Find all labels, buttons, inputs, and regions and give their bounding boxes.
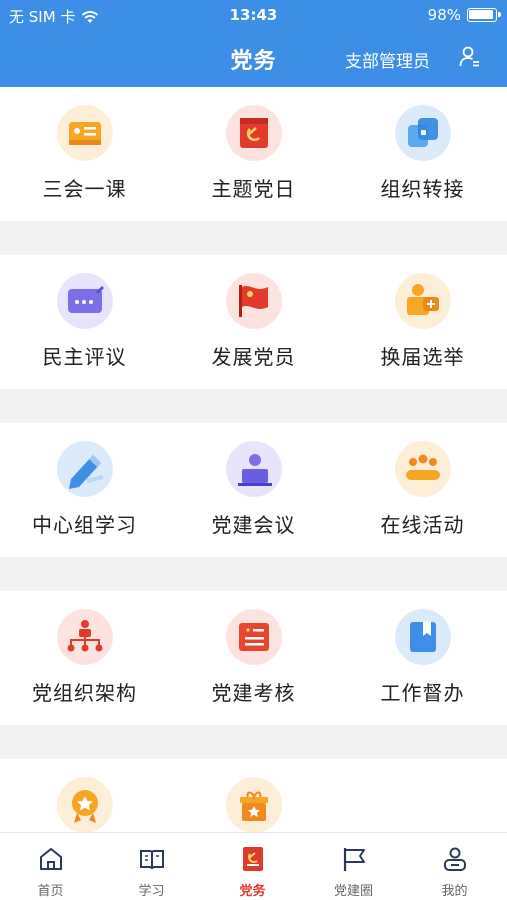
group-activity-icon bbox=[395, 441, 451, 497]
menu-item-member-development[interactable]: 发展党员 bbox=[169, 255, 338, 389]
menu-item-party-meeting[interactable]: 党建会议 bbox=[169, 423, 338, 557]
menu-item-label: 发展党员 bbox=[211, 345, 296, 369]
flag-circle-icon bbox=[343, 848, 365, 871]
party-affairs-icon bbox=[243, 847, 263, 871]
tab-party-circle[interactable]: 党建圈 bbox=[303, 833, 404, 900]
function-section-3: 中心组学习 党建会议 在线活动 bbox=[0, 423, 507, 557]
menu-item-label: 组织转接 bbox=[380, 177, 465, 201]
tab-label: 首页 bbox=[37, 884, 64, 899]
function-section-4: 党组织架构 党建考核 工作督办 bbox=[0, 591, 507, 725]
role-switch-button[interactable]: 支部管理员 bbox=[345, 47, 430, 72]
lecture-board-icon bbox=[57, 105, 113, 161]
assessment-scroll-icon bbox=[226, 609, 282, 665]
menu-item-democratic-review[interactable]: 民主评议 bbox=[0, 255, 169, 389]
election-box-icon bbox=[395, 273, 451, 329]
home-icon bbox=[40, 848, 62, 870]
function-section-5 bbox=[0, 759, 507, 833]
menu-item-label: 民主评议 bbox=[42, 345, 127, 369]
comment-board-icon bbox=[57, 273, 113, 329]
waving-flag-icon bbox=[226, 273, 282, 329]
menu-item-theme-day[interactable]: 主题党日 bbox=[169, 87, 338, 221]
org-chart-icon bbox=[57, 609, 113, 665]
menu-item-meetings[interactable]: 三会一课 bbox=[0, 87, 169, 221]
menu-item-rewards[interactable] bbox=[169, 759, 338, 833]
book-icon bbox=[140, 850, 164, 870]
medal-icon bbox=[57, 777, 113, 833]
tab-label: 我的 bbox=[441, 884, 468, 899]
status-bar: 无 SIM 卡 13:43 98% bbox=[0, 0, 507, 30]
menu-item-election[interactable]: 换届选举 bbox=[338, 255, 507, 389]
profile-icon bbox=[444, 847, 466, 871]
menu-item-label: 主题党日 bbox=[211, 177, 296, 201]
tab-label: 党务 bbox=[239, 884, 266, 899]
top-bar: 无 SIM 卡 13:43 98% 党务 支部管理员 bbox=[0, 0, 507, 87]
pencil-study-icon bbox=[57, 441, 113, 497]
menu-item-central-study[interactable]: 中心组学习 bbox=[0, 423, 169, 557]
battery-icon bbox=[467, 8, 501, 22]
menu-item-label: 在线活动 bbox=[380, 513, 465, 537]
tab-label: 学习 bbox=[138, 884, 165, 899]
menu-item-work-supervision[interactable]: 工作督办 bbox=[338, 591, 507, 725]
menu-item-label: 党建会议 bbox=[211, 513, 296, 537]
menu-item-label: 工作督办 bbox=[380, 681, 465, 705]
function-section-1: 三会一课 主题党日 组织转接 bbox=[0, 87, 507, 221]
menu-item-org-transfer[interactable]: 组织转接 bbox=[338, 87, 507, 221]
menu-item-online-activity[interactable]: 在线活动 bbox=[338, 423, 507, 557]
tab-mine[interactable]: 我的 bbox=[404, 833, 505, 900]
battery-percent: 98% bbox=[427, 6, 461, 24]
tab-label: 党建圈 bbox=[333, 884, 373, 899]
bookmark-book-icon bbox=[395, 609, 451, 665]
menu-item-label: 党建考核 bbox=[211, 681, 296, 705]
menu-item-label: 党组织架构 bbox=[32, 681, 137, 705]
tab-party-affairs[interactable]: 党务 bbox=[202, 833, 303, 900]
meeting-podium-icon bbox=[226, 441, 282, 497]
function-section-2: 民主评议 发展党员 换届选举 bbox=[0, 255, 507, 389]
menu-item-label: 中心组学习 bbox=[32, 513, 137, 537]
party-flag-icon bbox=[226, 105, 282, 161]
transfer-icon bbox=[395, 105, 451, 161]
menu-item-party-assessment[interactable]: 党建考核 bbox=[169, 591, 338, 725]
battery-status: 98% bbox=[427, 6, 501, 24]
user-switch-icon[interactable] bbox=[459, 45, 481, 69]
menu-item-label: 换届选举 bbox=[380, 345, 465, 369]
menu-item-label: 三会一课 bbox=[42, 177, 127, 201]
tab-study[interactable]: 学习 bbox=[101, 833, 202, 900]
menu-item-honor[interactable] bbox=[0, 759, 169, 833]
bottom-tab-bar: 首页 学习 党务 党建圈 我的 bbox=[0, 832, 507, 900]
gift-star-icon bbox=[226, 777, 282, 833]
page-title: 党务 bbox=[230, 49, 277, 74]
tab-home[interactable]: 首页 bbox=[0, 833, 101, 900]
menu-item-org-structure[interactable]: 党组织架构 bbox=[0, 591, 169, 725]
